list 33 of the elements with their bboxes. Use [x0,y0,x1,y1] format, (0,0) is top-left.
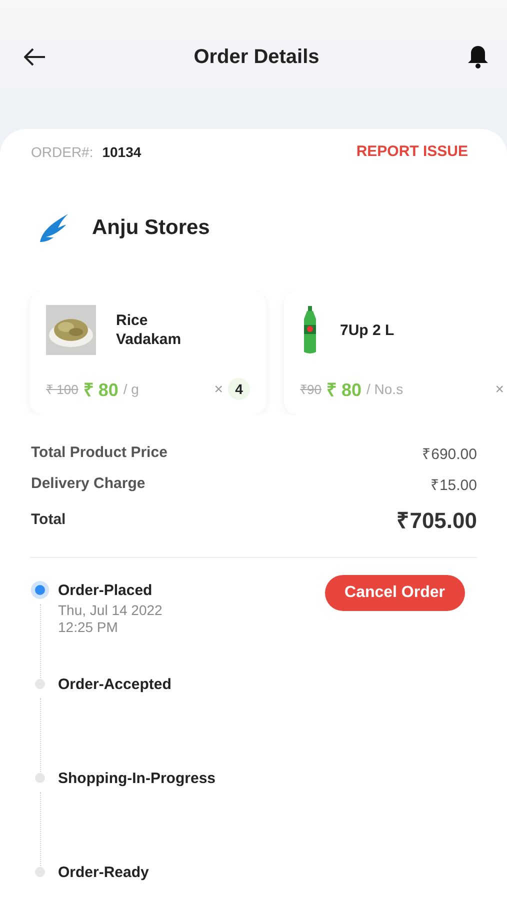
summary-value: ₹15.00 [430,476,477,494]
cancel-order-button[interactable]: Cancel Order [324,575,465,611]
order-number: 10134 [102,144,142,160]
times-sign: × [214,380,223,398]
product-name: 7Up 2 L [340,320,396,340]
step-title: Order-Ready [58,864,150,881]
total-value: ₹705.00 [396,507,477,534]
total-label: Total [31,510,66,528]
summary-label: Total Product Price [31,444,168,461]
step-title: Order-Placed [58,582,154,599]
report-issue-link[interactable]: REPORT ISSUE [356,143,468,160]
times-sign: × [495,380,504,398]
quantity-badge: 4 [228,378,250,400]
page-title: Order Details [194,46,320,68]
back-icon[interactable] [24,48,46,66]
step-title: Order-Accepted [58,676,172,693]
price-unit: / No.s [366,381,404,397]
summary-label: Delivery Charge [31,475,146,492]
original-price: ₹90 [300,381,322,398]
sale-price: ₹ 80 [326,379,362,401]
order-label: ORDER#: [31,144,94,160]
product-name: Rice Vadakam [116,311,182,349]
original-price: ₹ 100 [46,381,78,398]
sale-price: ₹ 80 [83,379,118,401]
bell-icon[interactable] [466,45,489,69]
step-date: Thu, Jul 14 2022 [58,602,164,619]
step-time: 12:25 PM [58,619,119,636]
step-title: Shopping-In-Progress [58,770,216,787]
summary-value: ₹690.00 [422,444,477,462]
product-card[interactable]: 7Up 2 L ₹90 ₹ 80 / No.s × [284,291,507,415]
price-unit: / g [123,381,139,397]
product-card[interactable]: Rice Vadakam ₹ 100 ₹ 80 / g × 4 [30,291,266,415]
store-name: Anju Stores [92,216,210,240]
